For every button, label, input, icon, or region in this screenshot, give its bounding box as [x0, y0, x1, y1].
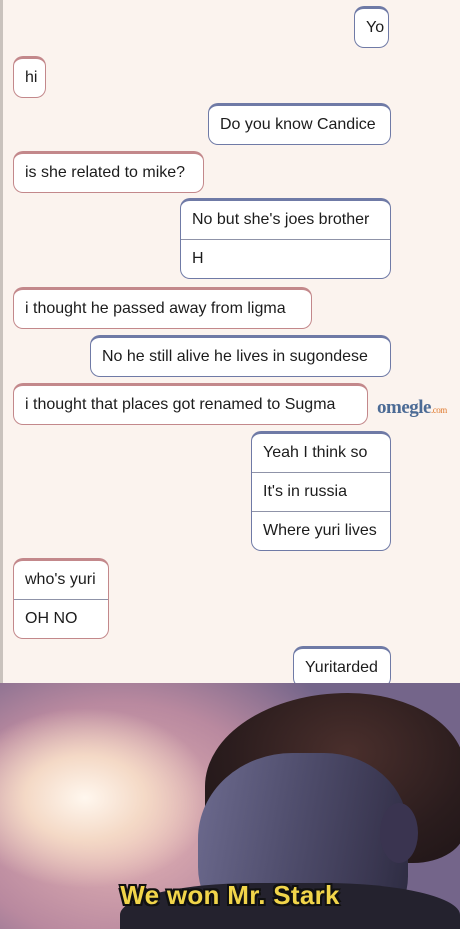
message-bubble-stranger: hi	[13, 56, 46, 98]
message-bubble-me: No but she's joes brother H	[180, 198, 391, 279]
ear-shape	[380, 803, 418, 863]
message-text: Yeah I think so	[263, 444, 368, 461]
message-text: Where yuri lives	[252, 511, 390, 550]
message-text: Yo	[366, 19, 385, 36]
message-bubble-me: Yo	[354, 6, 389, 48]
message-bubble-me: Yeah I think so It's in russia Where yur…	[251, 431, 391, 551]
message-bubble-stranger: who's yuri OH NO	[13, 558, 109, 639]
message-bubble-me: Do you know Candice	[208, 103, 391, 145]
omegle-logo: omegle.com	[377, 397, 447, 418]
message-text: No but she's joes brother	[192, 211, 370, 228]
message-bubble-stranger: i thought he passed away from ligma	[13, 287, 312, 329]
message-text: Do you know Candice	[220, 116, 376, 133]
message-bubble-stranger: i thought that places got renamed to Sug…	[13, 383, 368, 425]
meme-image: We won Mr. Stark	[0, 683, 460, 929]
message-text: who's yuri	[25, 571, 96, 588]
message-text: H	[181, 239, 390, 278]
message-text: No he still alive he lives in sugondese	[102, 348, 368, 365]
message-text: is she related to mike?	[25, 164, 186, 181]
message-text: i thought he passed away from ligma	[25, 300, 286, 317]
message-text: i thought that places got renamed to Sug…	[25, 396, 336, 413]
meme-caption: We won Mr. Stark	[120, 880, 340, 910]
message-text: OH NO	[14, 599, 108, 638]
chat-transcript: Yo hi Do you know Candice is she related…	[0, 0, 460, 688]
message-text: Yuritarded	[305, 659, 378, 676]
message-bubble-me: Yuritarded	[293, 646, 391, 688]
message-text: It's in russia	[252, 472, 390, 511]
message-bubble-me: No he still alive he lives in sugondese	[90, 335, 391, 377]
message-text: hi	[25, 69, 38, 86]
message-bubble-stranger: is she related to mike?	[13, 151, 204, 193]
